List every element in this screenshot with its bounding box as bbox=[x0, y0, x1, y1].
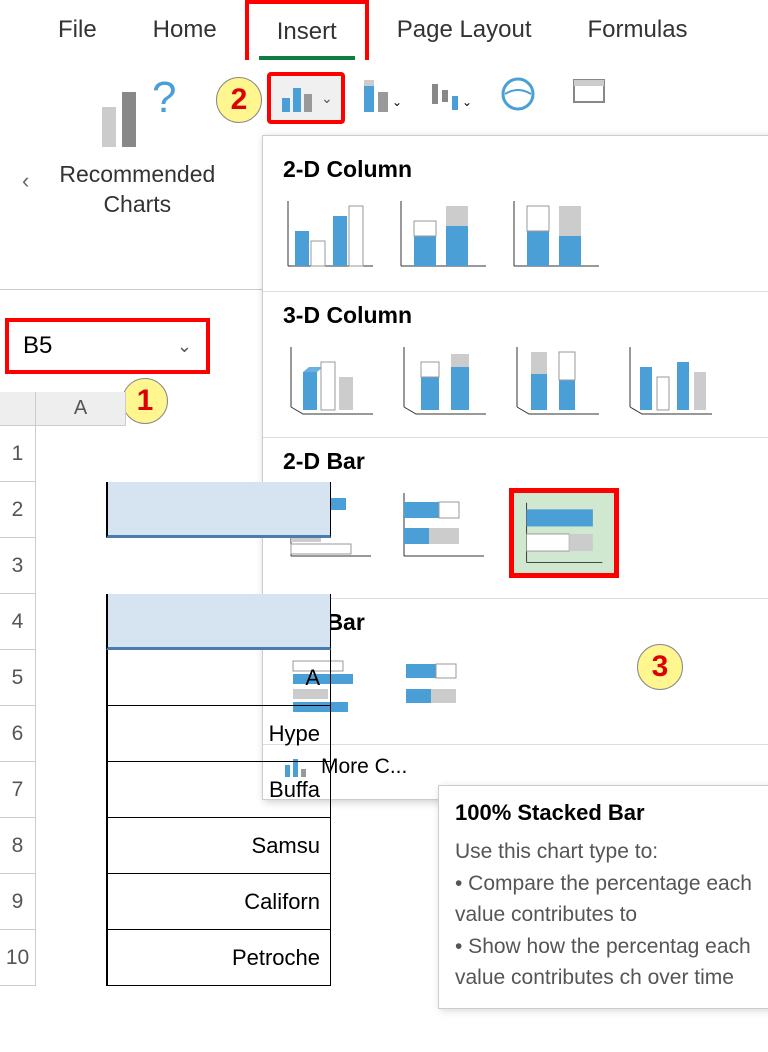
select-all-corner[interactable] bbox=[0, 392, 36, 426]
spreadsheet-grid: A 1 2 3 4 5 A 6 Hype 7 Buffa 8 Samsu 9 Califo… bbox=[0, 392, 331, 986]
pivot-chart-icon[interactable] bbox=[570, 76, 610, 116]
callout-3: 3 bbox=[637, 644, 683, 690]
section-2d-column: 2-D Column bbox=[263, 146, 768, 191]
ribbon-scroll-left[interactable]: ‹ bbox=[12, 168, 39, 194]
recommended-charts-label: RecommendedCharts bbox=[59, 160, 215, 220]
row-header[interactable]: 4 bbox=[0, 594, 36, 650]
row-header[interactable]: 7 bbox=[0, 762, 36, 818]
chevron-down-icon: ⌄ bbox=[321, 90, 333, 107]
section-3d-column: 3-D Column bbox=[263, 292, 768, 337]
tab-file[interactable]: File bbox=[30, 2, 125, 58]
100-stacked-column-2d[interactable] bbox=[509, 196, 604, 271]
waterfall-chart-icon[interactable]: ⌄ bbox=[430, 76, 470, 116]
cell[interactable]: Buffa bbox=[106, 762, 331, 818]
column-header-a[interactable]: A bbox=[36, 392, 126, 426]
row-header[interactable]: 8 bbox=[0, 818, 36, 874]
tooltip-title: 100% Stacked Bar bbox=[455, 800, 761, 826]
more-charts-label[interactable]: More C... bbox=[321, 755, 407, 779]
cell[interactable] bbox=[106, 594, 331, 650]
row-header[interactable]: 6 bbox=[0, 706, 36, 762]
row-header[interactable]: 9 bbox=[0, 874, 36, 930]
row-header[interactable]: 10 bbox=[0, 930, 36, 986]
name-box-value: B5 bbox=[23, 332, 52, 360]
stacked-column-3d[interactable] bbox=[396, 342, 491, 417]
100-stacked-bar-2d[interactable] bbox=[509, 488, 619, 578]
cell[interactable] bbox=[106, 482, 331, 538]
svg-text:⌄: ⌄ bbox=[462, 95, 470, 109]
chevron-down-icon[interactable]: ⌄ bbox=[177, 336, 192, 357]
name-box[interactable]: B5 ⌄ bbox=[5, 318, 210, 374]
globe-icon[interactable] bbox=[500, 76, 540, 116]
stacked-column-2d[interactable] bbox=[396, 196, 491, 271]
extra-chart-buttons: ⌄ ⌄ bbox=[360, 76, 610, 116]
cell[interactable]: Californ bbox=[106, 874, 331, 930]
3d-column[interactable] bbox=[622, 342, 717, 417]
stacked-bar-3d[interactable] bbox=[396, 649, 491, 724]
cell[interactable]: Samsu bbox=[106, 818, 331, 874]
recommended-charts-button[interactable]: ? RecommendedCharts bbox=[39, 72, 235, 225]
tab-home[interactable]: Home bbox=[125, 2, 245, 58]
tooltip-body: Use this chart type to: • Compare the pe… bbox=[455, 836, 761, 994]
recommended-charts-icon: ? bbox=[97, 77, 177, 152]
column-chart-icon bbox=[279, 80, 315, 116]
chart-tooltip: 100% Stacked Bar Use this chart type to:… bbox=[438, 785, 768, 1009]
stacked-chart-icon[interactable]: ⌄ bbox=[360, 76, 400, 116]
section-3d-bar: 3-D Bar bbox=[263, 599, 768, 644]
tab-page-layout[interactable]: Page Layout bbox=[369, 2, 560, 58]
stacked-bar-2d[interactable] bbox=[396, 488, 491, 563]
cell[interactable]: A bbox=[106, 650, 331, 706]
row-header[interactable]: 3 bbox=[0, 538, 36, 594]
100-stacked-column-3d[interactable] bbox=[509, 342, 604, 417]
clustered-column-2d[interactable] bbox=[283, 196, 378, 271]
insert-column-chart-button[interactable]: ⌄ bbox=[267, 72, 345, 124]
tab-formulas[interactable]: Formulas bbox=[560, 2, 716, 58]
row-header[interactable]: 5 bbox=[0, 650, 36, 706]
section-2d-bar: 2-D Bar bbox=[263, 438, 768, 483]
cell[interactable]: Hype bbox=[106, 706, 331, 762]
tab-insert[interactable]: Insert bbox=[245, 0, 369, 60]
cell[interactable]: Petroche bbox=[106, 930, 331, 986]
svg-text:?: ? bbox=[152, 77, 176, 122]
ribbon-tabs: File Home Insert Page Layout Formulas bbox=[0, 0, 768, 60]
callout-2: 2 bbox=[216, 77, 262, 123]
row-header[interactable]: 1 bbox=[0, 426, 36, 482]
row-header[interactable]: 2 bbox=[0, 482, 36, 538]
svg-text:⌄: ⌄ bbox=[392, 95, 400, 109]
chart-gallery-dropdown: 2-D Column 3-D Column 2-D Bar 3-D Bar Mo… bbox=[262, 135, 768, 800]
